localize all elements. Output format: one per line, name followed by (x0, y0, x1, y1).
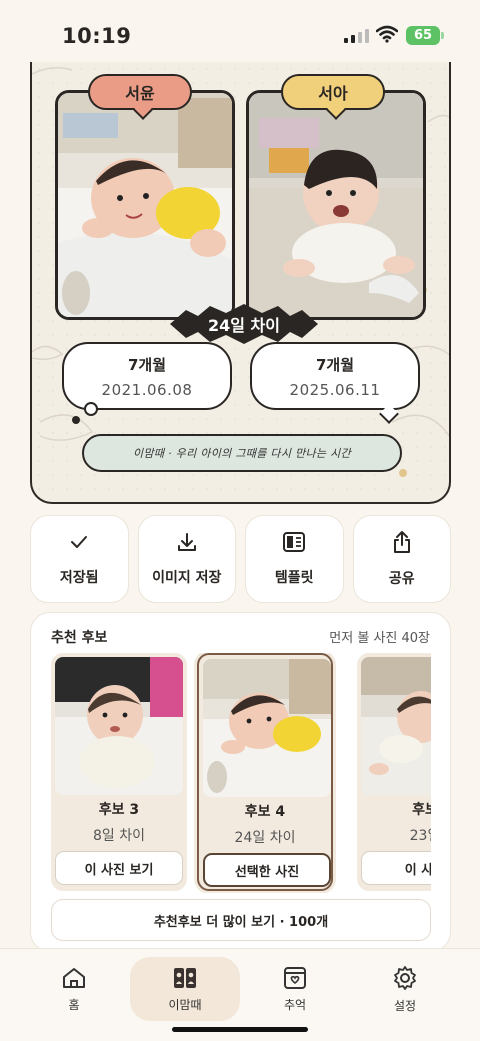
nav-memory-label: 추억 (283, 997, 307, 1012)
view-photo-button[interactable]: 이 사진 (361, 851, 431, 885)
cellular-signal-icon (344, 29, 369, 43)
age-box-right: 7개월 2025.06.11 (250, 342, 420, 410)
candidate-difference: 8일 차이 (93, 828, 145, 844)
thought-bubble-tail (84, 402, 98, 416)
nav-settings[interactable]: 설정 (350, 957, 460, 1021)
battery-level: 65 (413, 28, 433, 43)
gear-icon (394, 965, 416, 990)
candidate-photo (55, 657, 183, 795)
nav-home-label: 홈 (68, 997, 80, 1012)
memory-icon (284, 966, 306, 989)
candidate-card[interactable]: 후보 3 8일 차이 이 사진 보기 (51, 653, 187, 891)
template-button[interactable]: 템플릿 (245, 515, 344, 603)
baby-photo-left-image (58, 93, 232, 317)
share-button[interactable]: 공유 (352, 515, 451, 603)
status-time: 10:19 (62, 24, 132, 48)
baby-photo-right[interactable] (246, 90, 426, 320)
recommend-title: 추천 후보 (51, 630, 108, 646)
imamttae-icon (174, 967, 196, 988)
thought-bubble-dot (72, 416, 80, 424)
candidate-photo-image (55, 657, 183, 795)
action-buttons: 저장됨 이미지 저장 템플릿 공유 (30, 515, 451, 603)
baby-photo-right-image (249, 93, 423, 317)
view-photo-button[interactable]: 이 사진 보기 (55, 851, 183, 885)
recommend-subtitle: 먼저 볼 사진 40장 (329, 631, 430, 646)
name-bubble-left: 서윤 (88, 74, 192, 110)
save-image-button[interactable]: 이미지 저장 (137, 515, 236, 603)
candidate-photo (203, 659, 331, 797)
saved-button[interactable]: 저장됨 (30, 515, 129, 603)
candidate-name: 후보 3 (98, 802, 140, 818)
age-months-right: 7개월 (315, 356, 355, 374)
save-image-label: 이미지 저장 (152, 570, 222, 586)
candidate-photo-image (203, 659, 331, 797)
selected-photo-button[interactable]: 선택한 사진 (203, 853, 331, 887)
candidate-difference: 24일 차이 (234, 830, 296, 846)
caption-bubble: 이맘때 · 우리 아이의 그때를 다시 만나는 시간 (82, 434, 402, 472)
share-icon (393, 531, 410, 553)
name-bubble-right: 서아 (281, 74, 385, 110)
wifi-icon (376, 25, 398, 43)
difference-badge: 24일 차이 (170, 304, 318, 344)
candidate-card-selected[interactable]: 후보 4 24일 차이 선택한 사진 (197, 653, 333, 891)
age-box-left: 7개월 2021.06.08 (62, 342, 232, 410)
home-icon (63, 967, 85, 988)
battery-indicator: 65 (406, 26, 440, 45)
template-label: 템플릿 (274, 570, 314, 586)
check-icon (71, 536, 88, 548)
saved-label: 저장됨 (59, 570, 99, 586)
candidate-carousel[interactable]: 후보 3 8일 차이 이 사진 보기 후보 4 24일 차이 선택한 사진 후 … (51, 653, 431, 893)
nav-imamttae[interactable]: 이맘때 (130, 957, 240, 1021)
age-months-left: 7개월 (127, 356, 167, 374)
battery-tip (441, 32, 444, 39)
candidate-photo (361, 657, 431, 795)
more-candidates-button[interactable]: 추천후보 더 많이 보기 · 100개 (51, 899, 431, 941)
recommend-section: 추천 후보 먼저 볼 사진 40장 후보 3 8일 차이 이 사진 보기 후보 … (30, 612, 451, 952)
baby-photo-left[interactable] (55, 90, 235, 320)
status-bar: 10:19 65 (0, 0, 480, 70)
difference-text: 24일 차이 (208, 316, 280, 335)
photo-date-left: 2021.06.08 (101, 381, 193, 399)
comparison-card: 서윤 서아 24일 차이 7개월 2021.06.08 7개월 2025.06.… (30, 62, 451, 504)
home-indicator[interactable] (172, 1027, 308, 1032)
candidate-name: 후보 (412, 802, 431, 818)
candidate-photo-image (361, 657, 431, 795)
nav-memory[interactable]: 추억 (240, 957, 350, 1021)
candidate-difference: 23일 (409, 828, 431, 844)
nav-settings-label: 설정 (393, 998, 417, 1013)
nav-home[interactable]: 홈 (19, 957, 129, 1021)
candidate-name: 후보 4 (244, 804, 286, 820)
share-label: 공유 (388, 571, 415, 587)
download-icon (177, 533, 196, 551)
template-icon (283, 532, 306, 552)
candidate-card[interactable]: 후보 23일 이 사진 (357, 653, 431, 891)
photo-date-right: 2025.06.11 (289, 381, 381, 399)
nav-imamttae-label: 이맘때 (168, 997, 202, 1012)
